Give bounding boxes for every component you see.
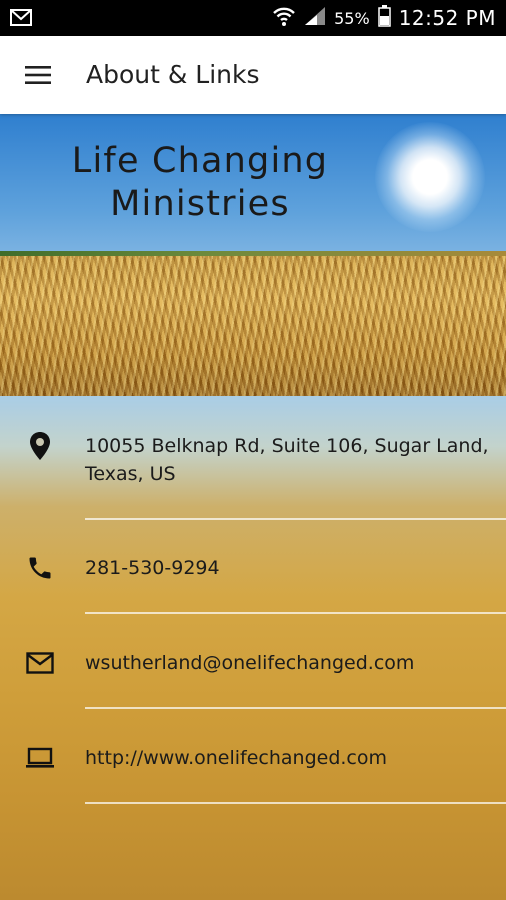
divider bbox=[85, 518, 506, 520]
divider bbox=[85, 707, 506, 709]
email-text: wsutherland@onelifechanged.com bbox=[85, 652, 415, 674]
wheat-field-graphic bbox=[0, 256, 506, 396]
website-text: http://www.onelifechanged.com bbox=[85, 747, 388, 769]
banner-image: Life Changing Ministries bbox=[0, 114, 506, 396]
address-text: 10055 Belknap Rd, Suite 106, Sugar Land,… bbox=[85, 435, 489, 485]
banner-title-line2: Ministries bbox=[110, 184, 290, 224]
banner-title-line1: Life Changing bbox=[71, 141, 329, 181]
wifi-icon bbox=[272, 5, 296, 31]
banner-title: Life Changing Ministries bbox=[0, 140, 400, 226]
battery-icon bbox=[377, 5, 391, 31]
clock: 12:52 PM bbox=[398, 6, 496, 30]
phone-text: 281-530-9294 bbox=[85, 557, 220, 579]
signal-icon bbox=[304, 6, 326, 30]
divider bbox=[85, 802, 506, 804]
page-title: About & Links bbox=[86, 60, 260, 89]
battery-percent: 55% bbox=[334, 8, 370, 28]
mail-icon bbox=[10, 9, 32, 30]
app-bar: About & Links bbox=[0, 36, 506, 114]
divider bbox=[85, 612, 506, 614]
hamburger-menu-icon[interactable] bbox=[18, 56, 60, 94]
email-icon bbox=[22, 645, 58, 681]
location-pin-icon bbox=[22, 428, 58, 464]
status-bar: 55% 12:52 PM bbox=[0, 0, 506, 36]
laptop-icon bbox=[22, 740, 58, 776]
phone-icon bbox=[22, 550, 58, 586]
contact-list: 10055 Belknap Rd, Suite 106, Sugar Land,… bbox=[0, 396, 506, 900]
